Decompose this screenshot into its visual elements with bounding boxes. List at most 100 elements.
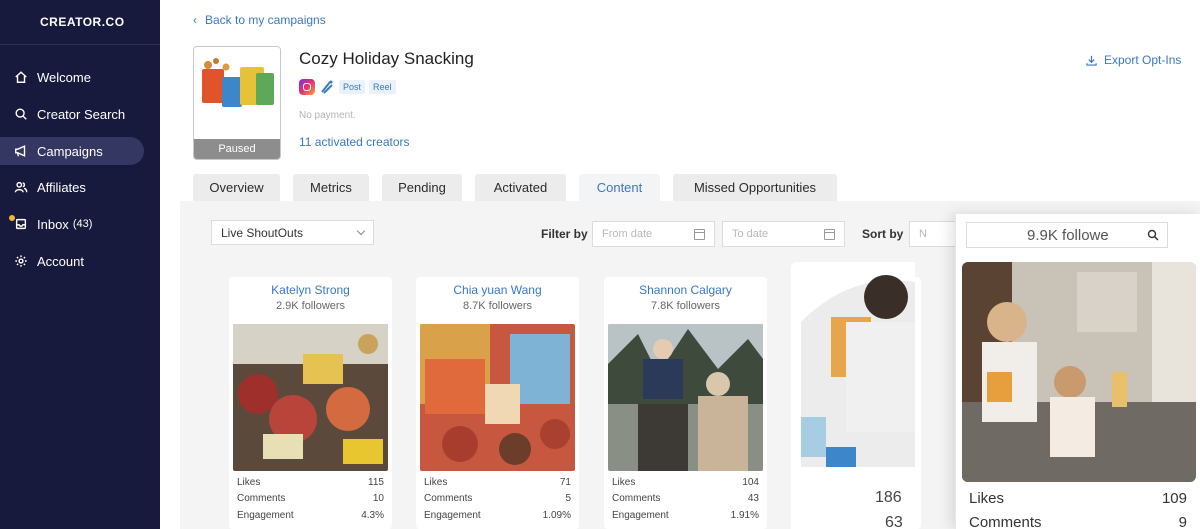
logo: CREATOR.CO [0,0,160,45]
zoomed-sort-input[interactable]: 9.9K followe [966,222,1168,248]
sidebar-item-label: Inbox [37,216,69,232]
comments-row: Comments 43 [612,493,759,504]
comments-label: Comments [612,493,661,504]
engagement-label: Engagement [424,510,481,521]
tab-activated[interactable]: Activated [475,174,566,201]
tab-missed-opportunities[interactable]: Missed Opportunities [673,174,837,201]
comments-value: 10 [372,493,384,504]
sidebar-item-label: Welcome [37,69,91,85]
likes-label: Likes [237,477,261,488]
content-image[interactable] [608,324,763,471]
from-date-input[interactable]: From date [592,221,715,247]
tab-pending[interactable]: Pending [382,174,462,201]
likes-value: 104 [742,477,759,488]
creator-name[interactable]: Katelyn Strong [229,283,392,297]
likes-value: 115 [368,477,384,488]
comments-label: Comments [424,493,473,504]
platform-badges: Post Reel [299,79,396,95]
sidebar-item-label: Campaigns [37,143,103,159]
creator-card[interactable]: Chia yuan Wang 8.7K followers Likes 71 C… [416,277,579,529]
zoomed-comments-row: Comments 9 [969,514,1187,529]
home-icon [13,69,29,85]
calendar-icon [824,229,835,240]
likes-label: Likes [612,477,636,488]
search-icon [1147,229,1159,241]
content-image[interactable] [962,262,1196,482]
from-date-placeholder: From date [602,228,653,240]
sort-value: N [919,228,927,240]
likes-value: 71 [559,477,571,488]
sidebar-item-inbox[interactable]: Inbox (43) [0,210,144,238]
creator-followers: 7.8K followers [650,300,721,312]
tab-content[interactable]: Content [579,174,660,201]
engagement-value: 4.3% [361,510,384,521]
zoomed-comments-label: Comments [969,514,1042,529]
comments-row: Comments 5 [424,493,571,504]
likes-row: Likes 104 [612,477,759,488]
activated-creators-link[interactable]: 11 activated creators [299,135,410,149]
likes-row: Likes 115 [237,477,384,488]
sidebar-item-creator-search[interactable]: Creator Search [0,100,144,128]
sidebar-item-account[interactable]: Account [0,247,144,275]
zoomed-card[interactable]: 9.9K followe Likes 109 Comments 9 [955,214,1200,529]
export-opt-ins-button[interactable]: Export Opt-Ins [1086,53,1181,67]
zoomed-likes-label: Likes [969,490,1005,507]
sort-select[interactable]: N [909,221,957,247]
content-image [791,262,915,467]
engagement-label: Engagement [237,510,294,521]
engagement-row: Engagement 1.09% [424,510,571,521]
select-value: Live ShoutOuts [221,225,304,240]
comments-row: Comments 10 [237,493,384,504]
sort-label: Sort by [862,227,904,241]
export-label: Export Opt-Ins [1104,53,1182,67]
content-type-select[interactable]: Live ShoutOuts [211,220,374,245]
back-to-campaigns-link[interactable]: ‹ Back to my campaigns [193,13,326,27]
engagement-label: Engagement [612,510,669,521]
sidebar-item-campaigns[interactable]: Campaigns [0,137,144,165]
sidebar-item-affiliates[interactable]: Affiliates [0,173,144,201]
tag-reel: Reel [369,80,396,94]
sidebar-item-welcome[interactable]: Welcome [0,63,144,91]
creator-card[interactable]: Katelyn Strong 2.9K followers Likes 115 … [229,277,392,529]
payment-info: No payment. [299,110,356,121]
engagement-row: Engagement 4.3% [237,510,384,521]
likes-row: Likes 71 [424,477,571,488]
tab-overview[interactable]: Overview [193,174,280,201]
sidebar-item-label: Account [37,253,84,269]
chevron-down-icon [356,226,366,236]
zoomed-comments-value: 9 [1178,514,1187,529]
megaphone-icon [13,143,29,159]
gear-icon [13,253,29,269]
creator-name[interactable]: Chia yuan Wang [416,283,579,297]
comments-label: Comments [237,493,286,504]
comments-value: 43 [747,493,759,504]
download-icon [1086,55,1097,66]
filter-label: Filter by [541,227,588,241]
tag-post: Post [339,80,366,94]
comments-value: 63 [885,514,903,529]
campaign-thumbnail[interactable]: Paused [193,46,281,160]
sidebar-item-label: Creator Search [37,106,126,122]
instagram-icon [299,79,315,95]
engagement-row: Engagement 1.91% [612,510,759,521]
creator-followers: 2.9K followers [275,300,346,312]
tab-metrics[interactable]: Metrics [293,174,369,201]
creator-card[interactable]: Shannon Calgary 7.8K followers Likes 104… [604,277,767,529]
product-image [194,47,280,141]
creator-name[interactable]: Shannon Calgary [604,283,767,297]
partial-content-card[interactable]: 186 63 [791,262,915,529]
likes-label: Likes [424,477,448,488]
zoomed-followers: 9.9K followe [1027,226,1109,244]
content-image[interactable] [233,324,388,471]
creator-followers: 8.7K followers [462,300,533,312]
users-icon [13,179,29,195]
zoomed-likes-row: Likes 109 [969,490,1187,507]
to-date-input[interactable]: To date [722,221,845,247]
chevron-left-icon: ‹ [193,13,197,27]
content-image[interactable] [420,324,575,471]
sidebar: CREATOR.CO Welcome Creator Search Campai… [0,0,160,529]
inbox-icon [13,216,29,232]
search-icon [13,106,29,122]
sidebar-item-label: Affiliates [37,179,86,195]
comments-value: 5 [565,493,571,504]
